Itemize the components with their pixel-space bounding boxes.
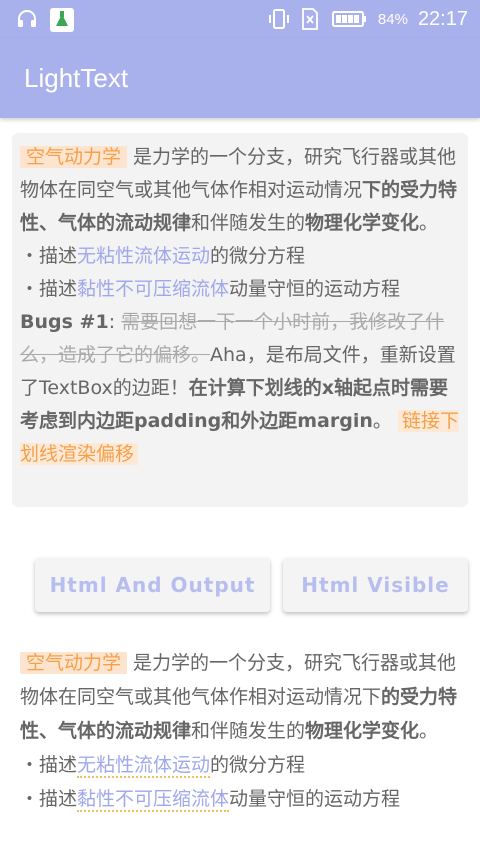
link-viscous-flow[interactable]: 黏性不可压缩流体 <box>77 788 230 812</box>
list-item: ・描述无粘性流体运动的微分方程 <box>20 240 460 273</box>
cleaner-app-icon <box>50 8 74 32</box>
link-inviscid-flow[interactable]: 无粘性流体运动 <box>77 754 211 778</box>
tag-aerodynamics[interactable]: 空气动力学 <box>20 146 128 168</box>
bugs-label: Bugs #1 <box>20 311 109 333</box>
status-bar: 84% 22:17 <box>0 0 480 38</box>
vibrate-icon <box>268 8 290 30</box>
bugs-colon: : <box>108 311 122 333</box>
bold-physchem: 物理化学变化 <box>305 212 420 234</box>
list-item: ・描述无粘性流体运动的微分方程 <box>20 748 464 782</box>
battery-percentage: 84% <box>377 10 408 28</box>
output-text: 空气动力学 是力学的一个分支，研究飞行器或其他物体在同空气或其他气体作相对运动情… <box>20 646 464 834</box>
headset-icon <box>16 8 38 30</box>
app-title: LightText <box>24 62 129 93</box>
list-item: ・描述黏性不可压缩流体动量守恒的运动方程 <box>20 273 460 306</box>
period-2: 。 <box>372 410 398 432</box>
bullet-prefix: ・描述 <box>20 245 78 267</box>
no-sim-icon <box>300 8 322 30</box>
bold-physchem: 物理化学变化 <box>305 720 420 742</box>
period: 。 <box>419 720 439 742</box>
battery-icon <box>331 8 368 30</box>
bullet-suffix: 动量守恒的运动方程 <box>229 788 401 810</box>
html-and-output-button[interactable]: Html And Output <box>35 558 270 612</box>
tag-aerodynamics[interactable]: 空气动力学 <box>20 652 128 674</box>
intro-text-2: 和伴随发生的 <box>191 212 306 234</box>
intro-text-2: 和伴随发生的 <box>191 720 306 742</box>
period: 。 <box>419 212 439 234</box>
link-inviscid-flow[interactable]: 无粘性流体运动 <box>77 245 210 267</box>
clock-time: 22:17 <box>417 7 468 30</box>
bullet-suffix: 的微分方程 <box>210 754 306 776</box>
bullet-prefix: ・描述 <box>20 754 78 776</box>
light-text-card: 空气动力学 是力学的一个分支，研究飞行器或其他物体在同空气或其他气体作相对运动情… <box>12 133 468 507</box>
list-item: ・描述黏性不可压缩流体动量守恒的运动方程 <box>20 782 464 816</box>
bullet-prefix: ・描述 <box>20 278 78 300</box>
app-bar: LightText <box>0 38 480 118</box>
bullet-prefix: ・描述 <box>20 788 78 810</box>
html-visible-button[interactable]: Html Visible <box>283 558 468 612</box>
link-viscous-flow[interactable]: 黏性不可压缩流体 <box>77 278 229 300</box>
bullet-suffix: 动量守恒的运动方程 <box>229 278 401 300</box>
bullet-suffix: 的微分方程 <box>210 245 306 267</box>
